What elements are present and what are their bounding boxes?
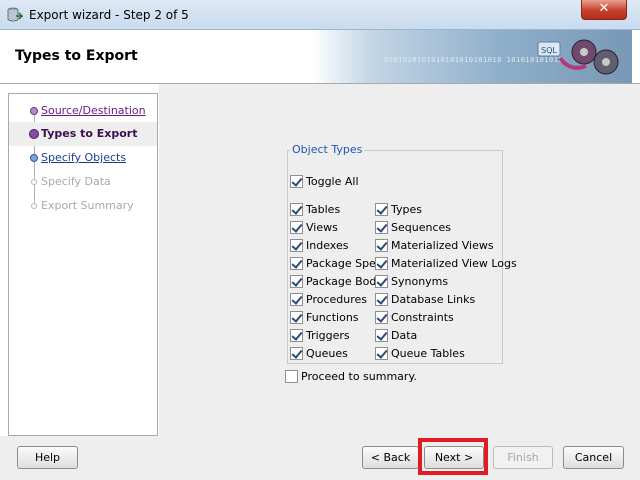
object-types-title: Object Types bbox=[290, 143, 365, 156]
checkbox-label: Synonyms bbox=[391, 275, 449, 288]
checkbox-label: Functions bbox=[306, 311, 359, 324]
nav-step-types-to-export[interactable]: Types to Export bbox=[9, 122, 157, 146]
nav-step-label: Specify Data bbox=[41, 175, 111, 188]
checkbox-label: Queue Tables bbox=[391, 347, 465, 360]
checkbox-label: Materialized Views bbox=[391, 239, 494, 252]
step-disabled-icon bbox=[31, 203, 37, 209]
database-export-icon bbox=[7, 7, 23, 22]
close-button[interactable]: ✕ bbox=[581, 0, 627, 20]
checkbox-label: Toggle All bbox=[306, 175, 359, 188]
checkbox-checked-icon bbox=[375, 275, 388, 288]
nav-step-specify-data: Specify Data bbox=[9, 170, 157, 194]
nav-step-label: Export Summary bbox=[41, 199, 134, 212]
help-button[interactable]: Help bbox=[17, 446, 78, 469]
checkbox-checked-icon bbox=[375, 347, 388, 360]
checkbox-checked-icon bbox=[290, 239, 303, 252]
checkbox-checked-icon bbox=[290, 311, 303, 324]
checkbox-label: Data bbox=[391, 329, 418, 342]
checkbox-unchecked-icon bbox=[285, 370, 298, 383]
step-current-icon bbox=[29, 129, 39, 139]
checkbox-label: Views bbox=[306, 221, 338, 234]
nav-step-export-summary: Export Summary bbox=[9, 194, 157, 218]
nav-step-label: Types to Export bbox=[41, 127, 138, 140]
checkbox-label: Queues bbox=[306, 347, 348, 360]
window-title: Export wizard - Step 2 of 5 bbox=[29, 8, 189, 22]
checkbox-checked-icon bbox=[375, 221, 388, 234]
checkbox-checked-icon bbox=[375, 293, 388, 306]
checkbox-label: Materialized View Logs bbox=[391, 257, 517, 270]
sql-film-reel-icon: SQL bbox=[537, 39, 619, 75]
checkbox-label: Package Spec bbox=[306, 257, 382, 270]
checkbox-checked-icon bbox=[375, 329, 388, 342]
checkbox-label: Indexes bbox=[306, 239, 349, 252]
checkbox-checked-icon bbox=[375, 239, 388, 252]
checkbox-checked-icon bbox=[290, 221, 303, 234]
back-button[interactable]: < Back bbox=[362, 446, 419, 469]
page-title: Types to Export bbox=[15, 48, 138, 64]
wizard-steps-nav: Source/Destination Types to Export Speci… bbox=[8, 93, 158, 436]
checkbox-label: Sequences bbox=[391, 221, 451, 234]
checkbox-checked-icon bbox=[375, 311, 388, 324]
title-bar: Export wizard - Step 2 of 5 ✕ bbox=[0, 0, 640, 30]
checkbox-label: Procedures bbox=[306, 293, 367, 306]
checkbox-label: Tables bbox=[306, 203, 341, 216]
checkbox-checked-icon bbox=[290, 347, 303, 360]
checkbox-checked-icon bbox=[375, 203, 388, 216]
nav-step-specify-objects[interactable]: Specify Objects bbox=[9, 146, 157, 170]
nav-step-source-destination[interactable]: Source/Destination bbox=[9, 99, 157, 123]
checkbox-checked-icon bbox=[290, 293, 303, 306]
close-icon: ✕ bbox=[598, 1, 610, 16]
step-visited-icon bbox=[30, 107, 38, 115]
nav-step-label[interactable]: Source/Destination bbox=[41, 104, 146, 117]
checkbox-label: Database Links bbox=[391, 293, 476, 306]
cancel-button[interactable]: Cancel bbox=[563, 446, 624, 469]
checkbox-checked-icon bbox=[290, 275, 303, 288]
next-button-highlight bbox=[418, 438, 488, 475]
checkbox-label: Proceed to summary. bbox=[301, 370, 417, 383]
step-disabled-icon bbox=[31, 179, 37, 185]
checkbox-checked-icon bbox=[290, 257, 303, 270]
checkbox-checked-icon bbox=[290, 175, 303, 188]
checkbox-label: Types bbox=[391, 203, 422, 216]
finish-button: Finish bbox=[493, 446, 553, 469]
svg-text:SQL: SQL bbox=[541, 46, 557, 55]
step-available-icon bbox=[30, 154, 38, 162]
checkbox-checked-icon bbox=[375, 257, 388, 270]
checkbox-checked-icon bbox=[290, 329, 303, 342]
checkbox-label: Package Body bbox=[306, 275, 383, 288]
checkbox-label: Constraints bbox=[391, 311, 454, 324]
nav-step-label[interactable]: Specify Objects bbox=[41, 151, 126, 164]
header-banner-image: 0101010101010101010101010 101010101010 S… bbox=[312, 30, 632, 83]
checkbox-checked-icon bbox=[290, 203, 303, 216]
checkbox-label: Triggers bbox=[306, 329, 350, 342]
